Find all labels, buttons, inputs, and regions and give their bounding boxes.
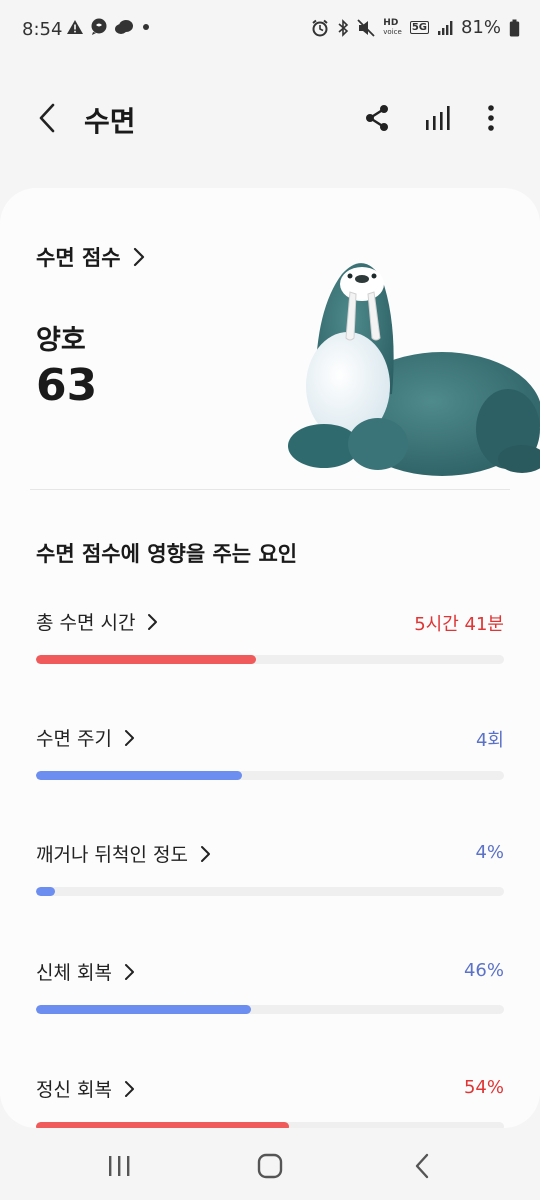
chevron-right-icon bbox=[200, 845, 210, 862]
back-icon bbox=[39, 103, 55, 133]
notification-icons bbox=[66, 18, 152, 36]
dot-icon bbox=[140, 21, 152, 33]
factor-value: 46% bbox=[463, 960, 504, 981]
factor-label: 깨거나 뒤척인 정도 bbox=[36, 844, 188, 866]
factor-label: 총 수면 시간 bbox=[36, 612, 136, 634]
back-nav-button[interactable] bbox=[402, 1148, 442, 1184]
factor-progress-fill bbox=[36, 887, 55, 896]
system-status: HD voice 5G 81% bbox=[311, 17, 520, 38]
hd-label: HD bbox=[383, 17, 399, 28]
more-options-button[interactable] bbox=[471, 98, 511, 138]
trends-button[interactable] bbox=[418, 98, 458, 138]
factor-progress-fill bbox=[36, 1005, 252, 1014]
factor-row[interactable]: 깨거나 뒤척인 정도 4% bbox=[36, 840, 504, 920]
page-title: 수면 bbox=[84, 105, 136, 138]
share-button[interactable] bbox=[357, 98, 397, 138]
warning-icon bbox=[66, 19, 84, 35]
factor-row[interactable]: 정신 회복 54% bbox=[36, 1075, 504, 1128]
factor-row[interactable]: 신체 회복 46% bbox=[36, 958, 504, 1038]
factor-row[interactable]: 총 수면 시간 5시간 41분 bbox=[36, 608, 504, 688]
factor-progress-track bbox=[36, 887, 504, 896]
divider bbox=[30, 489, 510, 490]
factor-progress-fill bbox=[36, 1122, 289, 1128]
factor-value: 54% bbox=[463, 1077, 504, 1098]
factor-progress-track bbox=[36, 771, 504, 780]
recent-apps-button[interactable] bbox=[99, 1148, 139, 1184]
alarm-icon bbox=[311, 19, 329, 37]
messenger-icon bbox=[114, 18, 134, 36]
factor-row[interactable]: 수면 주기 4회 bbox=[36, 724, 504, 804]
factor-value: 4회 bbox=[475, 730, 504, 751]
sleep-score-link[interactable]: 수면 점수 bbox=[36, 242, 145, 272]
5g-icon: 5G bbox=[409, 21, 429, 34]
chevron-right-icon bbox=[124, 729, 134, 746]
share-icon bbox=[366, 105, 388, 131]
sleep-score-card: 수면 점수 양호 63 수면 점수에 영향을 주는 요인 총 수면 시간 5시간… bbox=[0, 188, 540, 1128]
home-button[interactable] bbox=[250, 1148, 290, 1184]
score-value: 63 bbox=[36, 360, 98, 411]
factor-progress-track bbox=[36, 1005, 504, 1014]
chat-bubble-icon bbox=[90, 18, 108, 36]
factors-title: 수면 점수에 영향을 주는 요인 bbox=[36, 542, 298, 566]
back-nav-icon bbox=[415, 1153, 429, 1179]
factor-progress-fill bbox=[36, 771, 242, 780]
back-button[interactable] bbox=[32, 98, 62, 138]
factor-link[interactable]: 총 수면 시간 bbox=[36, 608, 158, 635]
status-bar: 8:54 HD voice 5G 81% bbox=[0, 0, 540, 60]
factor-link[interactable]: 정신 회복 bbox=[36, 1075, 135, 1102]
factor-link[interactable]: 신체 회복 bbox=[36, 958, 135, 985]
sleep-score-label: 수면 점수 bbox=[36, 246, 121, 270]
app-bar: 수면 bbox=[0, 88, 540, 148]
bar-chart-icon bbox=[426, 106, 450, 130]
factor-progress-fill bbox=[36, 655, 256, 664]
factor-value: 4% bbox=[475, 842, 504, 863]
chevron-right-icon bbox=[124, 963, 134, 980]
factor-progress-track bbox=[36, 1122, 504, 1128]
chevron-right-icon bbox=[124, 1080, 134, 1097]
signal-icon bbox=[437, 20, 453, 36]
bluetooth-icon bbox=[337, 18, 349, 37]
factor-progress-track bbox=[36, 655, 504, 664]
factor-link[interactable]: 수면 주기 bbox=[36, 724, 135, 751]
voice-label: voice bbox=[383, 27, 402, 36]
factor-label: 수면 주기 bbox=[36, 728, 112, 750]
walrus-mascot-image bbox=[288, 263, 540, 476]
factor-link[interactable]: 깨거나 뒤척인 정도 bbox=[36, 840, 211, 867]
score-rating: 양호 bbox=[36, 325, 86, 356]
chevron-right-icon bbox=[133, 247, 144, 267]
factor-label: 정신 회복 bbox=[36, 1079, 112, 1101]
chevron-right-icon bbox=[148, 613, 158, 630]
battery-percent: 81% bbox=[460, 17, 501, 38]
status-time: 8:54 bbox=[22, 19, 63, 40]
home-icon bbox=[257, 1153, 283, 1179]
recent-apps-icon bbox=[109, 1156, 130, 1176]
navigation-bar bbox=[0, 1132, 540, 1200]
battery-icon bbox=[509, 19, 520, 37]
mute-icon bbox=[357, 18, 375, 37]
factor-value: 5시간 41분 bbox=[414, 614, 504, 635]
factor-label: 신체 회복 bbox=[36, 962, 112, 984]
more-vert-icon bbox=[488, 105, 494, 131]
hd-voice-icon: HD voice bbox=[383, 17, 402, 37]
